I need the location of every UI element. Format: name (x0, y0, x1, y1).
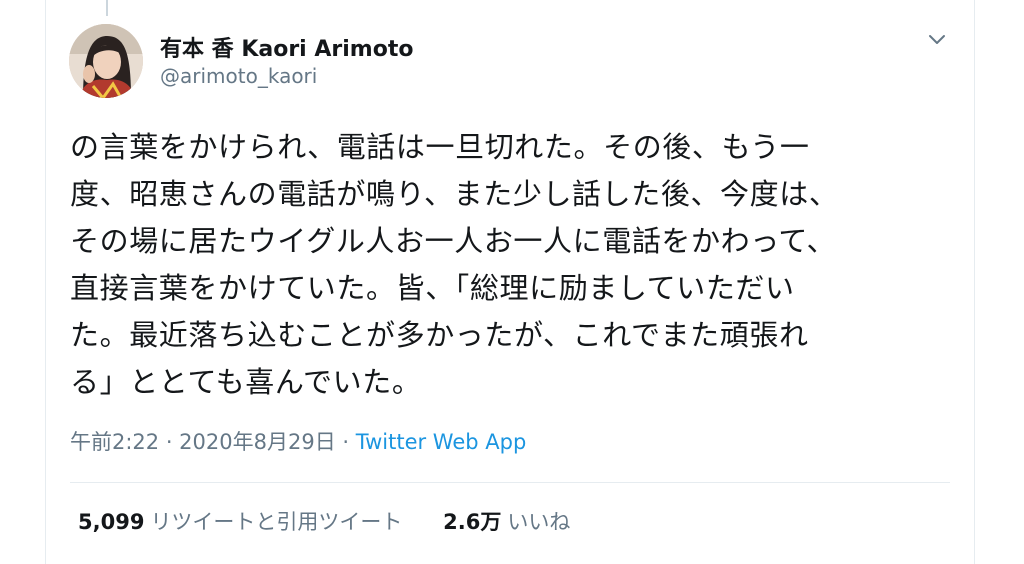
tweet-metadata: 午前2:22 · 2020年8月29日 · Twitter Web App (70, 426, 526, 456)
tweet-timestamp[interactable]: 午前2:22 · 2020年8月29日 · (70, 430, 356, 454)
retweets-count: 5,099 (78, 510, 145, 534)
retweets-stat[interactable]: 5,099 リツイートと引用ツイート (78, 510, 402, 534)
tweet-stats: 5,099 リツイートと引用ツイート 2.6万 いいね (78, 506, 604, 536)
thread-connector-line (106, 0, 108, 16)
avatar[interactable] (69, 24, 143, 98)
tweet-text-line: た。最近落ち込むことが多かったが、これでまた頑張れ (70, 318, 809, 352)
retweets-label: リツイートと引用ツイート (150, 510, 403, 534)
tweet-text-line: 直接言葉をかけていた。皆、「総理に励ましていただい (70, 271, 795, 305)
author-display-name[interactable]: 有本 香 Kaori Arimoto (160, 31, 413, 63)
tweet-text-line: 度、昭恵さんの電話が鳴り、また少し話した後、今度は、 (70, 177, 839, 211)
chevron-down-icon (929, 35, 945, 44)
author-handle[interactable]: @arimoto_kaori (160, 64, 317, 88)
tweet-text: の言葉をかけられ、電話は一旦切れた。その後、もう一 度、昭恵さんの電話が鳴り、ま… (70, 124, 950, 406)
tweet-menu-button[interactable] (922, 28, 952, 52)
tweet-text-line: その場に居たウイグル人お一人お一人に電話をかわって、 (70, 224, 837, 258)
tweet-text-line: の言葉をかけられ、電話は一旦切れた。その後、もう一 (70, 130, 810, 164)
likes-stat[interactable]: 2.6万 いいね (443, 510, 570, 534)
tweet-text-line: る」ととても喜んでいた。 (70, 365, 422, 399)
likes-count: 2.6万 (443, 510, 502, 534)
tweet-source-link[interactable]: Twitter Web App (356, 430, 527, 454)
divider (70, 482, 950, 483)
likes-label: いいね (507, 510, 571, 534)
